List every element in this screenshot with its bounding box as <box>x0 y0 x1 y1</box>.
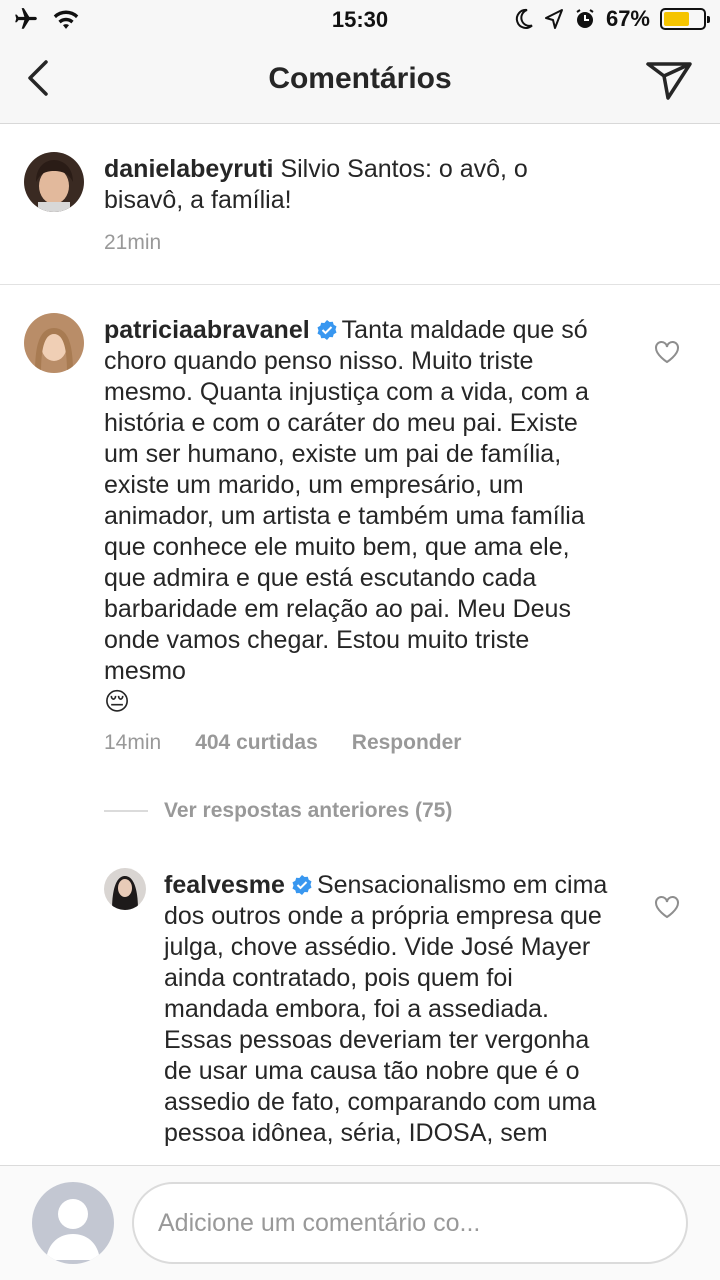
comment-meta: 14min 404 curtidas Responder <box>104 731 461 755</box>
battery-fill <box>664 12 690 26</box>
caption-text-block: danielabeyruti Silvio Santos: o avô, o b… <box>104 154 574 216</box>
verified-badge-icon <box>317 320 337 340</box>
paper-plane-icon[interactable] <box>644 54 694 104</box>
reply-button[interactable]: Responder <box>352 731 462 755</box>
username[interactable]: danielabeyruti <box>104 155 274 183</box>
moon-icon <box>515 8 533 29</box>
status-bar: 15:30 67% <box>0 0 720 40</box>
post-caption: danielabeyruti Silvio Santos: o avô, o b… <box>0 125 720 285</box>
heart-icon[interactable] <box>654 340 680 364</box>
reply-text-block: fealvesme Sensacionalismo em cima dos ou… <box>164 870 614 1149</box>
avatar[interactable] <box>104 868 146 910</box>
battery-percent: 67% <box>605 6 650 31</box>
battery-icon <box>660 8 710 30</box>
comment-input-placeholder: Adicione um comentário co... <box>158 1208 481 1237</box>
username[interactable]: patriciaabravanel <box>104 316 310 344</box>
timestamp: 21min <box>104 231 162 254</box>
likes-count[interactable]: 404 curtidas <box>195 731 318 755</box>
emoji: 😔 <box>104 688 131 716</box>
caption-meta: 21min <box>104 231 161 255</box>
heart-icon[interactable] <box>654 895 680 919</box>
comment-composer: Adicione um comentário co... <box>0 1165 720 1280</box>
comments-list[interactable]: danielabeyruti Silvio Santos: o avô, o b… <box>0 125 720 1165</box>
location-icon <box>544 9 563 29</box>
verified-badge-icon <box>292 875 312 895</box>
user-avatar-placeholder-icon <box>32 1182 114 1264</box>
timestamp: 14min <box>104 731 162 754</box>
page-title: Comentários <box>268 62 452 95</box>
comment-text-block: patriciaabravanel Tanta maldade que só c… <box>104 315 614 718</box>
comment-text: Tanta maldade que só choro quando penso … <box>104 316 589 685</box>
view-replies-label[interactable]: Ver respostas anteriores (75) <box>164 799 452 823</box>
alarm-icon <box>576 9 594 28</box>
view-replies-link[interactable]: Ver respostas anteriores (75) <box>104 799 452 823</box>
avatar[interactable] <box>24 152 84 212</box>
nav-bar: Comentários <box>0 40 720 124</box>
username[interactable]: fealvesme <box>164 871 285 899</box>
comment-input[interactable]: Adicione um comentário co... <box>132 1182 688 1264</box>
avatar[interactable] <box>24 313 84 373</box>
reply-text: Sensacionalismo em cima dos outros onde … <box>164 871 608 1147</box>
divider <box>104 810 148 812</box>
status-right: 67% <box>514 6 710 32</box>
